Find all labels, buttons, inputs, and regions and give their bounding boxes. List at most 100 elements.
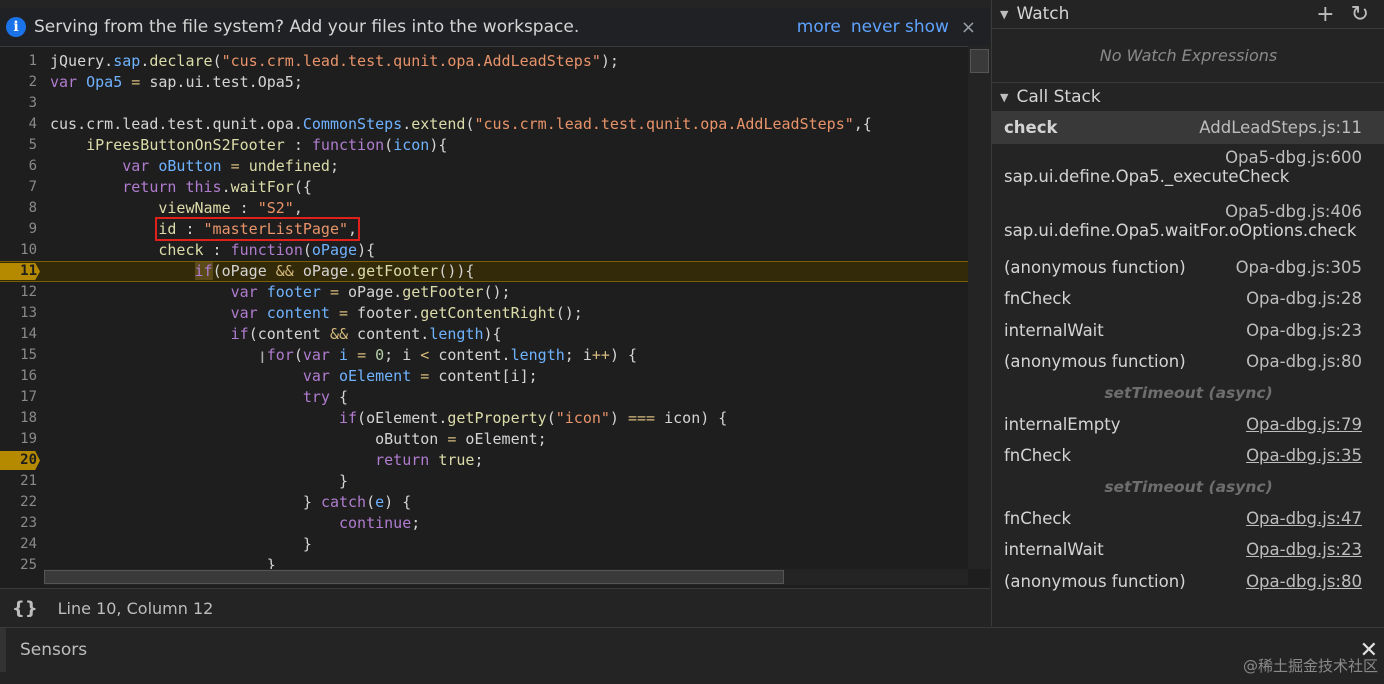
add-watch-icon[interactable]: + bbox=[1316, 2, 1334, 27]
line-number[interactable]: 10 bbox=[0, 240, 37, 261]
call-frame[interactable]: fnCheck Opa-dbg.js:35 bbox=[992, 440, 1384, 472]
code-line-current[interactable]: 11 if(oPage && oPage.getFooter()){ bbox=[0, 261, 968, 282]
collapse-triangle-icon[interactable]: ▼ bbox=[1000, 8, 1008, 21]
line-number[interactable]: 21 bbox=[0, 471, 37, 492]
code-line[interactable]: 24 } bbox=[0, 534, 968, 555]
code-line[interactable]: 21 } bbox=[0, 471, 968, 492]
code-line[interactable]: 25 } bbox=[0, 555, 968, 569]
code-line[interactable]: 19 oButton = oElement; bbox=[0, 429, 968, 450]
line-number[interactable]: 17 bbox=[0, 387, 37, 408]
horizontal-scrollbar[interactable] bbox=[44, 569, 968, 585]
line-number[interactable]: 25 bbox=[0, 555, 37, 569]
code-line[interactable]: 7 return this.waitFor({ bbox=[0, 177, 968, 198]
code-line[interactable]: 17 try { bbox=[0, 387, 968, 408]
frame-name: check bbox=[1004, 118, 1058, 138]
call-frame[interactable]: Opa5-dbg.js:600 sap.ui.define.Opa5._execu… bbox=[992, 144, 1384, 198]
code-editor[interactable]: 1 jQuery.sap.declare("cus.crm.lead.test.q… bbox=[0, 51, 968, 569]
never-show-link[interactable]: never show bbox=[851, 17, 949, 37]
frame-location[interactable]: Opa-dbg.js:28 bbox=[1246, 289, 1362, 308]
frame-location[interactable]: Opa5-dbg.js:406 bbox=[1004, 202, 1362, 221]
code-line[interactable]: 4 cus.crm.lead.test.qunit.opa.CommonSteps… bbox=[0, 114, 968, 135]
call-frame-selected[interactable]: check AddLeadSteps.js:11 bbox=[992, 112, 1384, 144]
line-number[interactable]: 13 bbox=[0, 303, 37, 324]
line-number[interactable]: 11 bbox=[0, 262, 37, 281]
collapse-triangle-icon[interactable]: ▼ bbox=[1000, 91, 1008, 104]
frame-location[interactable]: Opa-dbg.js:47 bbox=[1246, 509, 1362, 528]
frame-name: internalWait bbox=[1004, 320, 1104, 340]
frame-name: (anonymous function) bbox=[1004, 257, 1186, 277]
frame-location[interactable]: Opa-dbg.js:80 bbox=[1246, 352, 1362, 371]
line-number[interactable]: 3 bbox=[0, 93, 37, 114]
code-line[interactable]: 13 var content = footer.getContentRight(… bbox=[0, 303, 968, 324]
line-number[interactable]: 12 bbox=[0, 282, 37, 303]
code-line[interactable]: 20 return true; bbox=[0, 450, 968, 471]
line-number[interactable]: 22 bbox=[0, 492, 37, 513]
debugger-sidebar: ▼ Watch + ↻ No Watch Expressions ▼ Call … bbox=[991, 0, 1384, 626]
call-frame[interactable]: Opa5-dbg.js:406 sap.ui.define.Opa5.waitFo… bbox=[992, 198, 1384, 252]
scrollbar-thumb[interactable] bbox=[44, 570, 784, 584]
line-number[interactable]: 18 bbox=[0, 408, 37, 429]
code-line[interactable]: 18 if(oElement.getProperty("icon") === i… bbox=[0, 408, 968, 429]
code-line[interactable]: 3 bbox=[0, 93, 968, 114]
call-frame[interactable]: internalWait Opa-dbg.js:23 bbox=[992, 534, 1384, 566]
call-frame[interactable]: fnCheck Opa-dbg.js:47 bbox=[992, 503, 1384, 535]
scrollbar-thumb[interactable] bbox=[970, 49, 989, 73]
frame-location[interactable]: Opa5-dbg.js:600 bbox=[1004, 148, 1362, 167]
line-number[interactable]: 14 bbox=[0, 324, 37, 345]
code-line[interactable]: 6 var oButton = undefined; bbox=[0, 156, 968, 177]
frame-name: fnCheck bbox=[1004, 508, 1072, 528]
code-line[interactable]: 15 for(var i = 0; i < content.length; i+… bbox=[0, 345, 968, 366]
workspace-infobar: i Serving from the file system? Add your… bbox=[0, 8, 990, 47]
code-line[interactable]: 8 viewName : "S2", bbox=[0, 198, 968, 219]
line-number[interactable]: 20 bbox=[0, 450, 37, 471]
code-line[interactable]: 12 var footer = oPage.getFooter(); bbox=[0, 282, 968, 303]
call-frame[interactable]: (anonymous function) Opa-dbg.js:80 bbox=[992, 566, 1384, 598]
frame-location[interactable]: Opa-dbg.js:23 bbox=[1246, 540, 1362, 559]
line-number[interactable]: 6 bbox=[0, 156, 37, 177]
line-number[interactable]: 2 bbox=[0, 72, 37, 93]
line-number[interactable]: 7 bbox=[0, 177, 37, 198]
line-number[interactable]: 15 bbox=[0, 345, 37, 366]
text-cursor-icon: I bbox=[260, 348, 265, 367]
frame-name: sap.ui.define.Opa5.waitFor.oOptions.chec… bbox=[1004, 220, 1357, 240]
more-link[interactable]: more bbox=[797, 17, 841, 37]
line-number[interactable]: 24 bbox=[0, 534, 37, 555]
line-number[interactable]: 8 bbox=[0, 198, 37, 219]
code-line[interactable]: 16 var oElement = content[i]; bbox=[0, 366, 968, 387]
code-line[interactable]: 22 } catch(e) { bbox=[0, 492, 968, 513]
code-line[interactable]: 2 var Opa5 = sap.ui.test.Opa5; bbox=[0, 72, 968, 93]
code-line[interactable]: 14 if(content && content.length){ bbox=[0, 324, 968, 345]
tab-sensors[interactable]: Sensors bbox=[0, 628, 87, 672]
refresh-icon[interactable]: ↻ bbox=[1351, 2, 1369, 27]
line-number[interactable]: 16 bbox=[0, 366, 37, 387]
code-line[interactable]: 5 iPreesButtonOnS2Footer : function(icon… bbox=[0, 135, 968, 156]
frame-location[interactable]: Opa-dbg.js:35 bbox=[1246, 446, 1362, 465]
frame-location[interactable]: Opa-dbg.js:23 bbox=[1246, 321, 1362, 340]
line-number[interactable]: 5 bbox=[0, 135, 37, 156]
code-line[interactable]: 9 id : "masterListPage", bbox=[0, 217, 968, 241]
line-number[interactable]: 9 bbox=[0, 219, 37, 240]
code-line[interactable]: 23 continue; bbox=[0, 513, 968, 534]
frame-location[interactable]: Opa-dbg.js:305 bbox=[1236, 258, 1362, 277]
code-line[interactable]: 10 check : function(oPage){ bbox=[0, 240, 968, 261]
line-number[interactable]: 19 bbox=[0, 429, 37, 450]
watch-header[interactable]: ▼ Watch + ↻ bbox=[992, 0, 1384, 29]
call-stack-header[interactable]: ▼ Call Stack bbox=[992, 83, 1384, 112]
line-number[interactable]: 4 bbox=[0, 114, 37, 135]
line-number[interactable]: 23 bbox=[0, 513, 37, 534]
frame-location[interactable]: AddLeadSteps.js:11 bbox=[1199, 118, 1362, 137]
watermark: @稀土掘金技术社区 bbox=[1242, 657, 1378, 675]
call-frame[interactable]: (anonymous function) Opa-dbg.js:80 bbox=[992, 346, 1384, 378]
call-frame[interactable]: fnCheck Opa-dbg.js:28 bbox=[992, 283, 1384, 315]
frame-name: fnCheck bbox=[1004, 446, 1072, 466]
call-frame[interactable]: (anonymous function) Opa-dbg.js:305 bbox=[992, 252, 1384, 284]
line-number[interactable]: 1 bbox=[0, 51, 37, 72]
vertical-scrollbar[interactable] bbox=[968, 46, 990, 569]
frame-location[interactable]: Opa-dbg.js:80 bbox=[1246, 572, 1362, 591]
code-line[interactable]: 1 jQuery.sap.declare("cus.crm.lead.test.q… bbox=[0, 51, 968, 72]
frame-location[interactable]: Opa-dbg.js:79 bbox=[1246, 415, 1362, 434]
call-frame[interactable]: internalWait Opa-dbg.js:23 bbox=[992, 315, 1384, 347]
call-frame[interactable]: internalEmpty Opa-dbg.js:79 bbox=[992, 409, 1384, 441]
pretty-print-button[interactable]: {} bbox=[12, 598, 38, 619]
close-icon[interactable]: × bbox=[961, 17, 976, 38]
